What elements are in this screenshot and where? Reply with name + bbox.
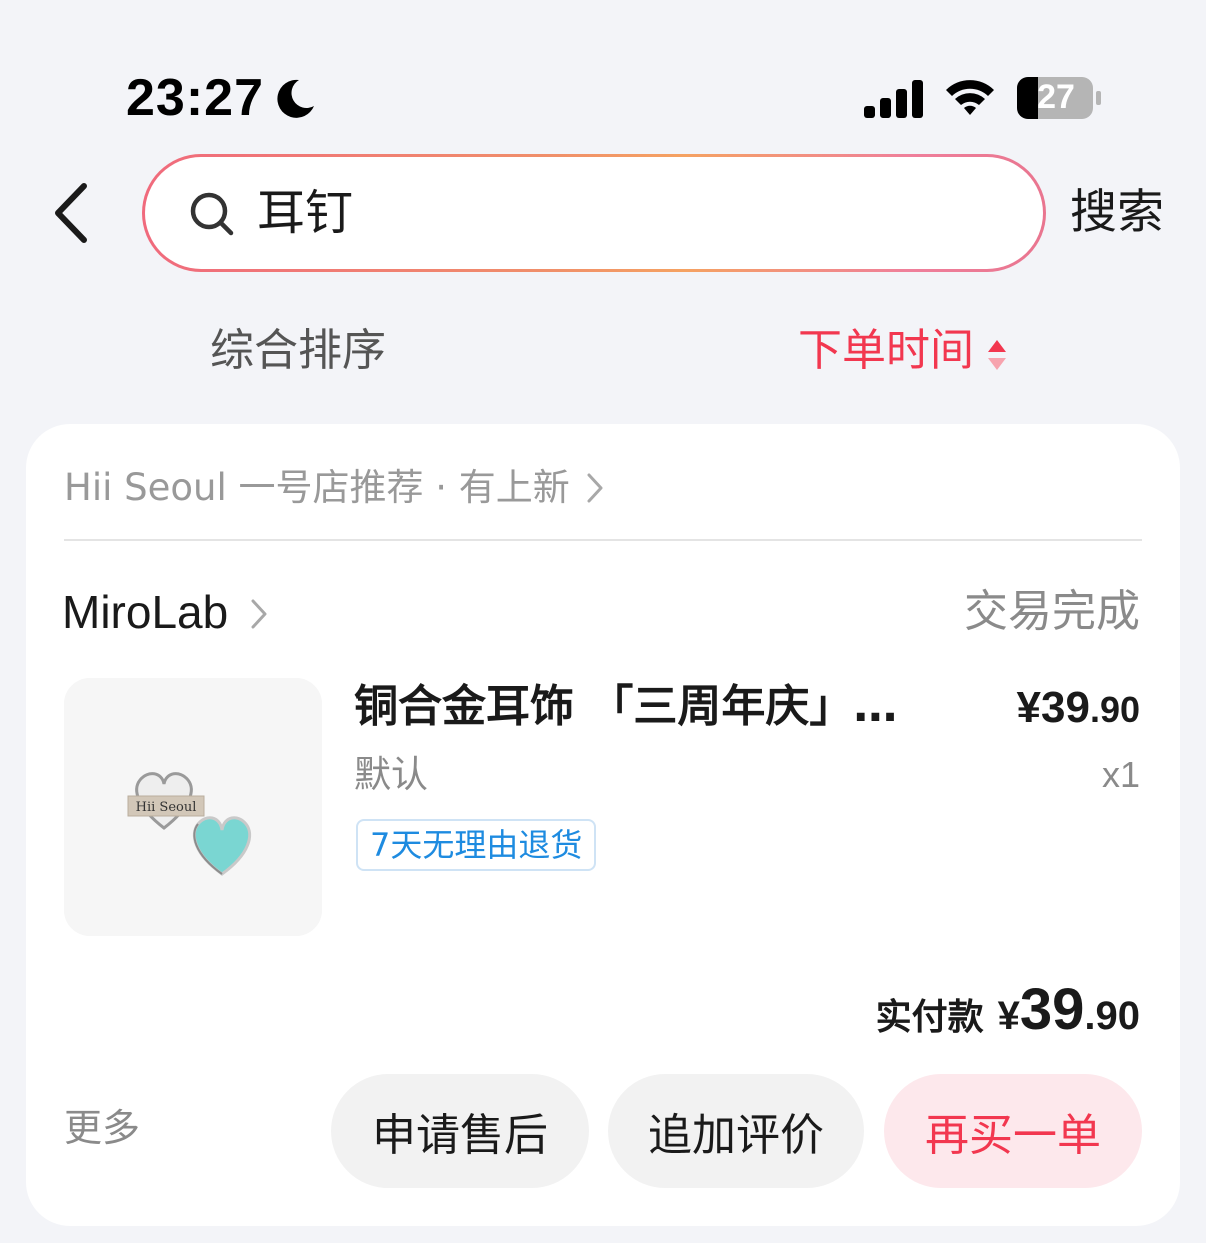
paid-currency: ¥ (997, 994, 1020, 1038)
moon-icon (277, 79, 314, 118)
return-policy-badge: 7天无理由退货 (356, 819, 597, 871)
paid-integer: 39 (1019, 977, 1085, 1042)
back-button[interactable] (46, 180, 102, 246)
product-logo-text: Hii Seoul (136, 800, 197, 815)
after-sale-button[interactable]: 申请售后 (331, 1074, 589, 1188)
paid-label: 实付款 (875, 997, 984, 1038)
buy-again-button[interactable]: 再买一单 (884, 1074, 1142, 1188)
shop-name[interactable]: MiroLab (62, 580, 228, 644)
product-quantity: x1 (1101, 754, 1140, 795)
add-review-button[interactable]: 追加评价 (608, 1074, 864, 1188)
paid-amount: 实付款 ¥ 39 .90 (876, 976, 1140, 1043)
order-card: Hii Seoul 一号店推荐 · 有上新 MiroLab 交易完成 Hii S… (26, 424, 1180, 1226)
product-price-decimal: .90 (1089, 689, 1140, 730)
search-query-text: 耳钉 (257, 185, 354, 241)
product-title[interactable]: 铜合金耳饰 「三周年庆」… (354, 674, 954, 740)
search-input[interactable]: 耳钉 (142, 154, 1046, 272)
product-image[interactable]: Hii Seoul (64, 678, 322, 936)
wifi-icon (946, 80, 994, 115)
sort-arrows-icon[interactable] (986, 338, 1008, 372)
product-price: ¥39.90 (1017, 678, 1140, 748)
product-price-integer: ¥39 (1016, 683, 1090, 732)
chevron-right-icon (251, 599, 267, 629)
paid-decimal: .90 (1084, 994, 1140, 1038)
more-button[interactable]: 更多 (64, 1100, 140, 1156)
chevron-right-icon (587, 473, 603, 503)
battery-level: 27 (1037, 77, 1075, 116)
status-time: 23:27 (126, 69, 264, 127)
sort-order-time-tab[interactable]: 下单时间 (798, 320, 974, 382)
store-recommend-text: Hii Seoul 一号店推荐 · 有上新 (64, 466, 570, 509)
search-icon (190, 192, 234, 236)
order-status: 交易完成 (964, 586, 1140, 637)
cellular-signal-icon (864, 80, 923, 118)
divider (64, 539, 1142, 541)
earring-product-photo: Hii Seoul (64, 678, 322, 936)
product-variant: 默认 (354, 753, 428, 796)
search-button[interactable]: 搜索 (1070, 180, 1164, 246)
sort-comprehensive-tab[interactable]: 综合排序 (210, 320, 386, 382)
store-recommend-link[interactable]: Hii Seoul 一号店推荐 · 有上新 (64, 460, 606, 516)
status-bar: 23:27 27 (0, 0, 1206, 150)
